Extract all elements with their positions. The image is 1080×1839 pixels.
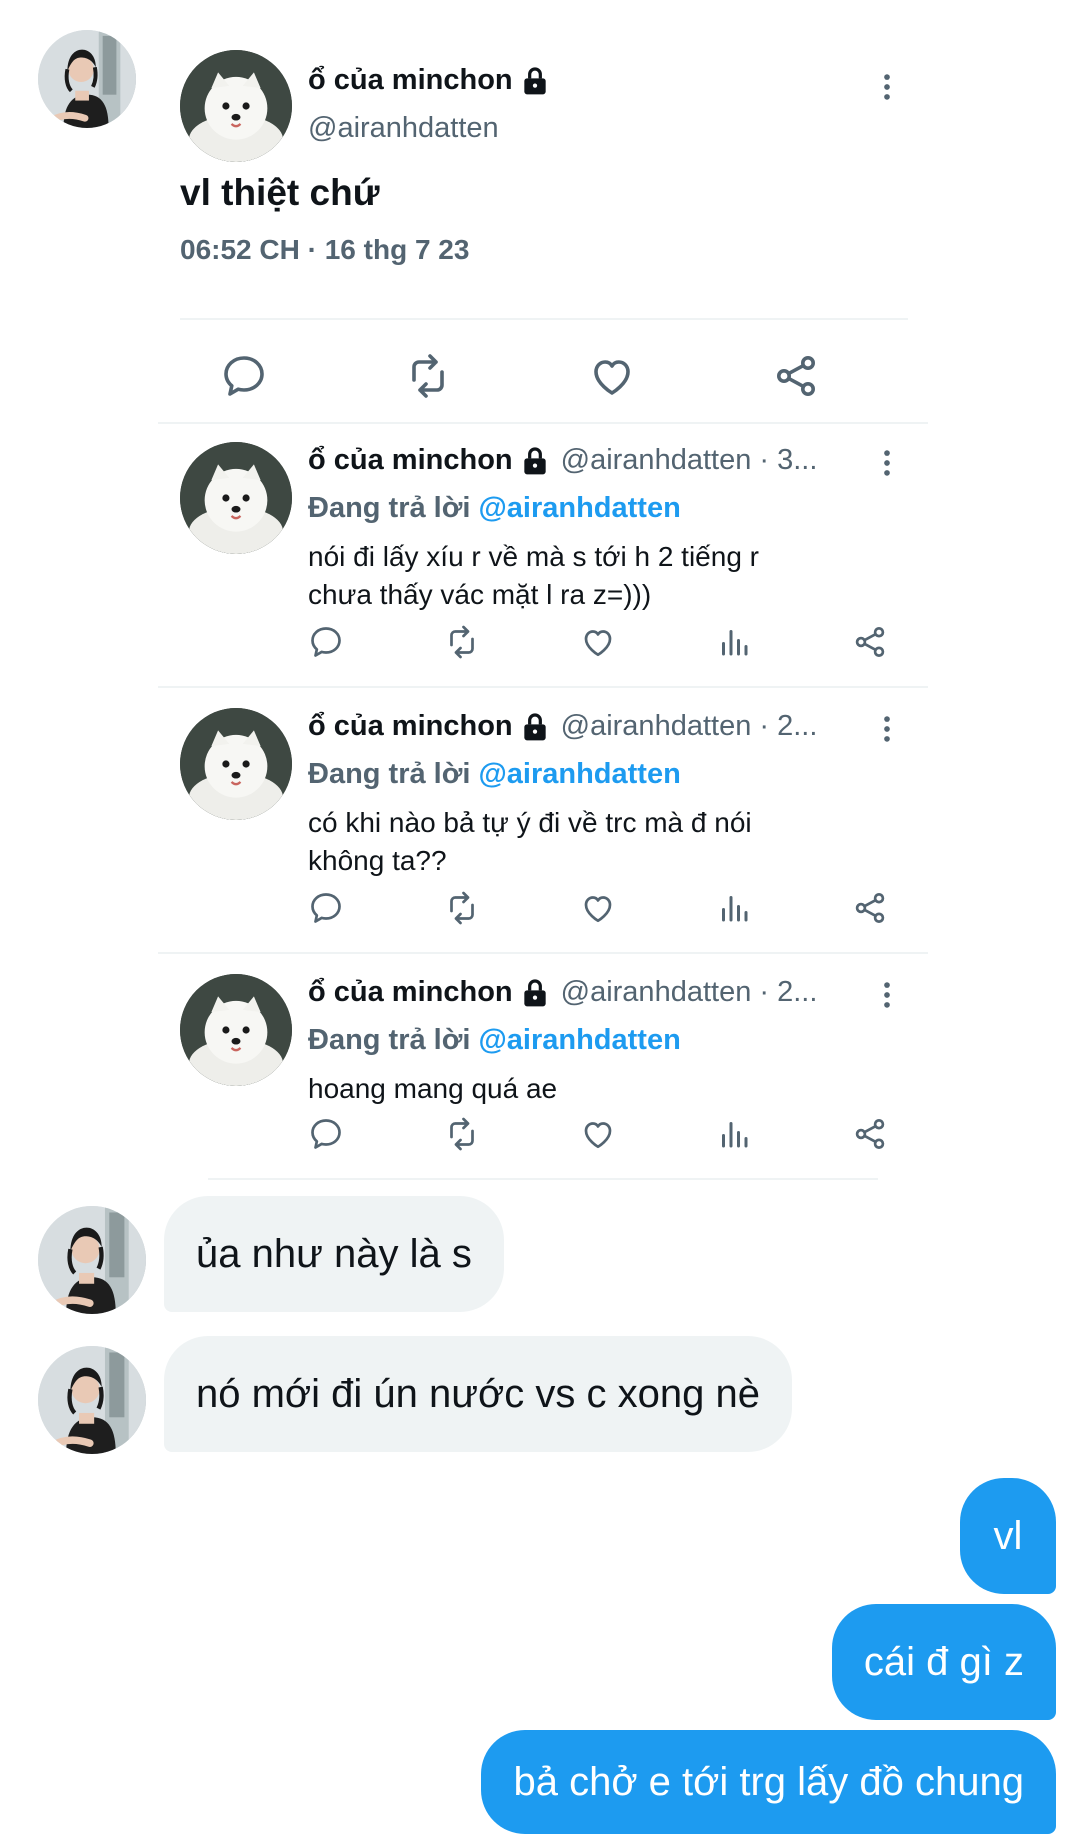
lock-icon [519,977,551,1009]
replying-to-mention[interactable]: @airanhdatten [478,1024,680,1056]
outgoing-message[interactable]: cái đ gì z [831,1604,1056,1720]
reply-author-name: ổ của minchon [308,710,513,742]
sender-avatar[interactable] [38,1346,146,1454]
analytics-icon[interactable] [716,1116,752,1152]
retweet-icon[interactable] [444,1116,480,1152]
replying-to: Đang trả lời @airanhdatten [308,492,681,525]
replying-to: Đang trả lời @airanhdatten [308,1024,681,1057]
tweet-author-avatar[interactable] [180,50,292,162]
incoming-message[interactable]: nó mới đi ún nước vs c xong nè [164,1336,792,1452]
tweet-author-name-row: ổ của minchon [308,64,551,97]
reply-item[interactable]: ổ của minchon @airanhdatten · 2... Đang … [158,952,928,1178]
reply-action-bar [308,1116,888,1152]
like-icon[interactable] [580,1116,616,1152]
avatar-image [38,1346,146,1454]
reply-icon[interactable] [220,352,268,400]
reply-text: hoang mang quá ae [308,1073,558,1104]
tweet-action-bar [220,352,820,400]
replying-to-prefix: Đang trả lời [308,758,479,790]
reply-author-avatar[interactable] [180,708,292,820]
tweet-author-handle: @airanhdatten [308,112,499,144]
reply-header: ổ của minchon @airanhdatten · 3... [308,444,868,477]
tweet-text: vl thiệt chứ [180,172,380,213]
reply-item[interactable]: ổ của minchon @airanhdatten · 3... Đang … [158,422,928,686]
reply-action-bar [308,624,888,660]
reply-text: có khi nào bả tự ý đi về trc mà đ nói kh… [308,807,752,876]
reply-icon[interactable] [308,890,344,926]
reply-author-name: ổ của minchon [308,444,513,476]
divider [180,318,908,320]
like-icon[interactable] [580,624,616,660]
replying-to-mention[interactable]: @airanhdatten [478,758,680,790]
retweet-icon[interactable] [404,352,452,400]
avatar-image [180,974,292,1086]
like-icon[interactable] [580,890,616,926]
lock-icon [519,65,551,97]
avatar-image [180,50,292,162]
reply-icon[interactable] [308,1116,344,1152]
analytics-icon[interactable] [716,624,752,660]
outgoing-message[interactable]: vl [960,1478,1056,1594]
share-icon[interactable] [852,1116,888,1152]
more-icon[interactable] [870,70,904,104]
reply-author-avatar[interactable] [180,442,292,554]
outgoing-message[interactable]: bả chở e tới trg lấy đồ chung [481,1730,1056,1834]
incoming-message[interactable]: ủa như này là s [164,1196,504,1312]
tweet-timestamp: 06:52 CH · 16 thg 7 23 [180,234,470,265]
share-icon[interactable] [772,352,820,400]
reply-item[interactable]: ổ của minchon @airanhdatten · 2... Đang … [158,686,928,952]
tweet-author-name: ổ của minchon [308,64,513,96]
avatar-image [38,1206,146,1314]
replying-to-prefix: Đang trả lời [308,492,479,524]
reply-header: ổ của minchon @airanhdatten · 2... [308,710,868,743]
avatar-image [180,442,292,554]
lock-icon [519,711,551,743]
sender-avatar[interactable] [38,30,136,128]
analytics-icon[interactable] [716,890,752,926]
avatar-image [38,30,136,128]
sender-avatar[interactable] [38,1206,146,1314]
share-icon[interactable] [852,624,888,660]
reply-header: ổ của minchon @airanhdatten · 2... [308,976,868,1009]
more-icon[interactable] [870,978,904,1012]
reply-handle-time: @airanhdatten · 3... [560,444,818,476]
like-icon[interactable] [588,352,636,400]
reply-handle-time: @airanhdatten · 2... [560,710,818,742]
reply-author-name: ổ của minchon [308,976,513,1008]
more-icon[interactable] [870,712,904,746]
replying-to: Đang trả lời @airanhdatten [308,758,681,791]
reply-text: nói đi lấy xíu r về mà s tới h 2 tiếng r… [308,541,759,610]
reply-icon[interactable] [308,624,344,660]
share-icon[interactable] [852,890,888,926]
avatar-image [180,708,292,820]
reply-action-bar [308,890,888,926]
lock-icon [519,445,551,477]
retweet-icon[interactable] [444,624,480,660]
divider [208,1178,878,1180]
more-icon[interactable] [870,446,904,480]
retweet-icon[interactable] [444,890,480,926]
replying-to-prefix: Đang trả lời [308,1024,479,1056]
replying-to-mention[interactable]: @airanhdatten [478,492,680,524]
reply-handle-time: @airanhdatten · 2... [560,976,818,1008]
reply-author-avatar[interactable] [180,974,292,1086]
